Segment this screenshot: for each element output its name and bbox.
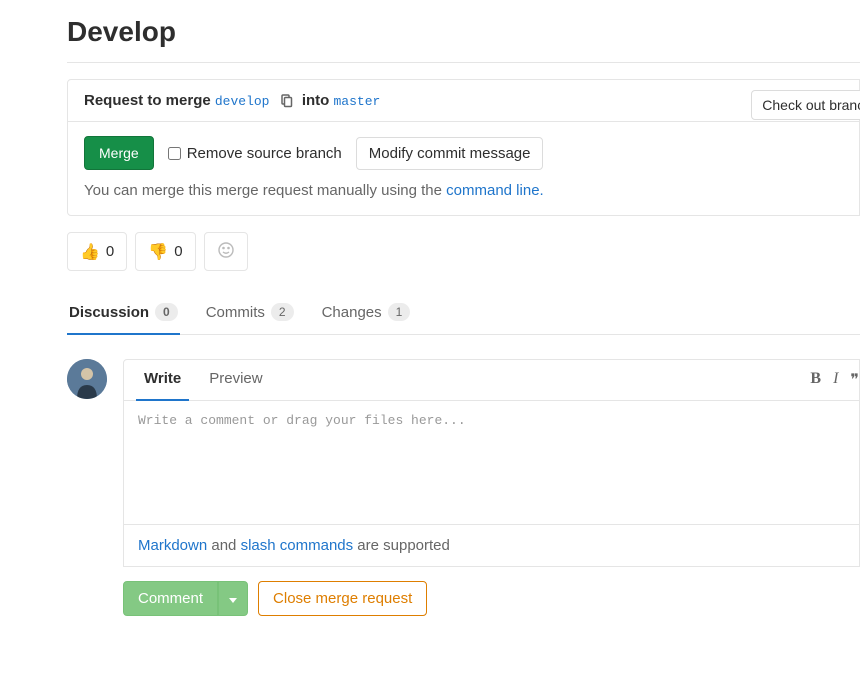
comment-actions: Comment Close merge request — [123, 581, 860, 616]
command-line-link[interactable]: command line. — [446, 182, 544, 199]
tab-changes[interactable]: Changes 1 — [320, 293, 413, 335]
comment-box: Write Preview B I ❞ Markdown and slash c… — [123, 359, 860, 567]
tab-discussion[interactable]: Discussion 0 — [67, 293, 180, 335]
write-tab[interactable]: Write — [136, 360, 189, 401]
into-text: into — [302, 92, 330, 109]
thumbs-down-button[interactable]: 👎 0 — [135, 232, 195, 271]
remove-source-branch-checkbox[interactable] — [168, 147, 181, 160]
merge-panel: Request to merge develop into master Che… — [67, 79, 860, 216]
slash-commands-link[interactable]: slash commands — [241, 537, 354, 554]
markdown-link[interactable]: Markdown — [138, 537, 207, 554]
comment-button[interactable]: Comment — [123, 581, 218, 616]
comment-support: Markdown and slash commands are supporte… — [124, 524, 859, 566]
tab-changes-label: Changes — [322, 304, 382, 321]
merge-hint: You can merge this merge request manuall… — [84, 182, 843, 199]
remove-source-branch-wrap[interactable]: Remove source branch — [168, 145, 342, 162]
mr-tabs: Discussion 0 Commits 2 Changes 1 — [67, 293, 860, 335]
tab-commits-label: Commits — [206, 304, 265, 321]
add-reaction-button[interactable] — [204, 232, 248, 271]
merge-button[interactable]: Merge — [84, 136, 154, 170]
checkout-button[interactable]: Check out branch — [751, 90, 860, 120]
comment-toolbar: B I ❞ — [810, 370, 859, 390]
tab-changes-count: 1 — [388, 303, 411, 321]
divider — [67, 62, 860, 63]
close-merge-request-button[interactable]: Close merge request — [258, 581, 427, 616]
thumbs-up-count: 0 — [106, 243, 114, 260]
merge-header-text: Request to merge develop into master — [84, 92, 380, 109]
comment-input[interactable] — [124, 401, 859, 521]
support-and: and — [207, 537, 240, 554]
tab-discussion-label: Discussion — [69, 304, 149, 321]
comment-dropdown-button[interactable] — [218, 581, 248, 616]
reactions: 👍 0 👎 0 — [67, 232, 860, 271]
preview-tab[interactable]: Preview — [201, 360, 270, 401]
merge-header: Request to merge develop into master Che… — [68, 80, 859, 122]
comment-tabs: Write Preview B I ❞ — [124, 360, 859, 401]
source-branch[interactable]: develop — [215, 94, 270, 109]
tab-commits-count: 2 — [271, 303, 294, 321]
remove-source-branch-label: Remove source branch — [187, 145, 342, 162]
support-suffix: are supported — [353, 537, 450, 554]
copy-icon[interactable] — [278, 93, 294, 109]
avatar[interactable] — [67, 359, 107, 399]
merge-body: Merge Remove source branch Modify commit… — [68, 122, 859, 215]
chevron-down-icon — [229, 598, 237, 603]
smiley-icon — [217, 241, 235, 262]
thumbs-up-button[interactable]: 👍 0 — [67, 232, 127, 271]
thumbs-down-count: 0 — [174, 243, 182, 260]
request-prefix: Request to merge — [84, 92, 211, 109]
modify-commit-button[interactable]: Modify commit message — [356, 137, 544, 170]
italic-icon[interactable]: I — [833, 370, 838, 390]
bold-icon[interactable]: B — [810, 370, 821, 390]
tab-commits[interactable]: Commits 2 — [204, 293, 296, 335]
page-title: Develop — [67, 16, 860, 48]
thumbs-up-icon: 👍 — [80, 242, 100, 262]
merge-hint-text: You can merge this merge request manuall… — [84, 182, 446, 199]
target-branch[interactable]: master — [334, 94, 381, 109]
comment-area: Write Preview B I ❞ Markdown and slash c… — [67, 359, 860, 567]
thumbs-down-icon: 👎 — [148, 242, 168, 262]
quote-icon[interactable]: ❞ — [850, 370, 859, 390]
tab-discussion-count: 0 — [155, 303, 178, 321]
